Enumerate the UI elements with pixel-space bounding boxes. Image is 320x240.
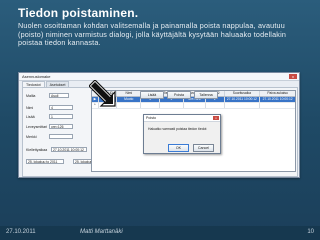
grid-cell[interactable]: [141, 103, 160, 108]
grid-cell[interactable]: [225, 103, 261, 108]
grid-cell[interactable]: [160, 103, 184, 108]
grid-header-cell[interactable]: Paiva aukaisu: [260, 91, 295, 96]
slide-footer: 27.10.2011 Matti Marttanäki 10: [0, 226, 320, 240]
grid-cell[interactable]: 27.10.2011 10:00:12: [260, 97, 295, 102]
grid-cell[interactable]: [206, 103, 225, 108]
mallia-select[interactable]: Asuli: [49, 93, 69, 98]
cancel-button[interactable]: Cancel: [193, 144, 214, 152]
grid-header-cell[interactable]: Suoritusaika: [225, 91, 261, 96]
grid-cell[interactable]: [260, 103, 295, 108]
window-title: Asennuslomake: [22, 74, 51, 79]
footer-author: Matti Marttanäki: [80, 229, 123, 235]
ok-button[interactable]: OK: [168, 144, 189, 152]
dialog-buttons: OK Cancel: [168, 144, 218, 152]
grid-cell[interactable]: [117, 103, 142, 108]
field-label-mallia: Mallia: [26, 94, 36, 98]
dialog-message: Haluatko varmasti poistaa tiedon tiedot: [148, 127, 207, 131]
field-label-lisaa: Lisää: [26, 115, 35, 119]
table-row-new[interactable]: *: [92, 103, 295, 109]
field-label-nimi: Nimi: [26, 106, 34, 110]
merkki-input[interactable]: [49, 134, 73, 139]
nimi-input[interactable]: 4: [49, 105, 73, 110]
grid-cell[interactable]: 27.10.2011 10:00:12: [225, 97, 261, 102]
dialog-close-button[interactable]: x: [213, 116, 219, 120]
window-close-button[interactable]: x: [289, 74, 297, 79]
delete-confirm-dialog: Poisto x Haluatko varmasti poistaa tiedo…: [143, 114, 221, 154]
field-label-merkki: Merkki: [26, 135, 37, 139]
footer-page-number: 10: [307, 229, 314, 235]
leveysmittari-input[interactable]: ore=126: [49, 124, 73, 129]
grid-cell[interactable]: Muoto: [117, 97, 142, 102]
lisaa-input[interactable]: 1: [49, 114, 73, 119]
field-label-leveysmittari: Leveysmittari: [26, 125, 48, 129]
action-buttons: Lisää Poista Tallenna: [140, 91, 221, 99]
dialog-titlebar: Poisto x: [144, 115, 220, 122]
grid-header-cell[interactable]: Nimi: [117, 91, 142, 96]
date1-label: Kiellettyaikaa: [26, 148, 48, 152]
slide-title: Tiedon poistaminen.: [18, 6, 139, 20]
tallenna-button[interactable]: Tallenna: [194, 91, 218, 99]
date3-picker[interactable]: 25. lokakuu to 2011: [26, 159, 64, 164]
date1-input[interactable]: 27.10.2011 10:00:12: [51, 147, 87, 152]
window-titlebar: Asennuslomake x: [19, 73, 299, 81]
footer-date: 27.10.2011: [6, 229, 36, 235]
poista-button[interactable]: Poista: [167, 91, 191, 99]
grid-cell[interactable]: [184, 103, 207, 108]
pointer-arrow-icon: [89, 80, 116, 107]
slide-description: Nuolen osoittaman kohdan valitsemalla ja…: [18, 21, 287, 48]
dialog-title: Poisto: [146, 116, 156, 120]
lisaa-button[interactable]: Lisää: [140, 91, 164, 99]
